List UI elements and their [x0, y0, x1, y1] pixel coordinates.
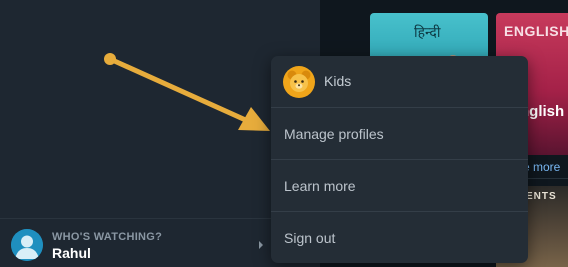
tile-hindi-label: हिन्दी [414, 24, 441, 40]
menu-item-kids-label: Kids [324, 73, 352, 89]
user-avatar-icon[interactable] [11, 229, 43, 261]
menu-item-sign-out[interactable]: Sign out [271, 212, 528, 263]
tile-english-label: ENGLISH [504, 23, 568, 39]
whos-watching-label: WHO'S WATCHING? [52, 231, 163, 243]
menu-item-manage-profiles-label: Manage profiles [284, 125, 384, 142]
menu-item-learn-more[interactable]: Learn more [271, 160, 528, 211]
menu-item-learn-more-label: Learn more [284, 177, 356, 194]
kids-bear-icon [283, 66, 315, 98]
menu-item-kids[interactable]: Kids [271, 56, 528, 107]
tile-presents-label: ENTS [526, 191, 557, 202]
menu-item-manage-profiles[interactable]: Manage profiles [271, 108, 528, 159]
see-more-link[interactable]: e more [523, 160, 560, 174]
chevron-right-icon[interactable] [257, 240, 265, 250]
menu-item-sign-out-label: Sign out [284, 229, 336, 246]
current-profile-name[interactable]: Rahul [52, 245, 91, 261]
profile-menu: Kids Manage profiles Learn more Sign out [271, 56, 528, 263]
